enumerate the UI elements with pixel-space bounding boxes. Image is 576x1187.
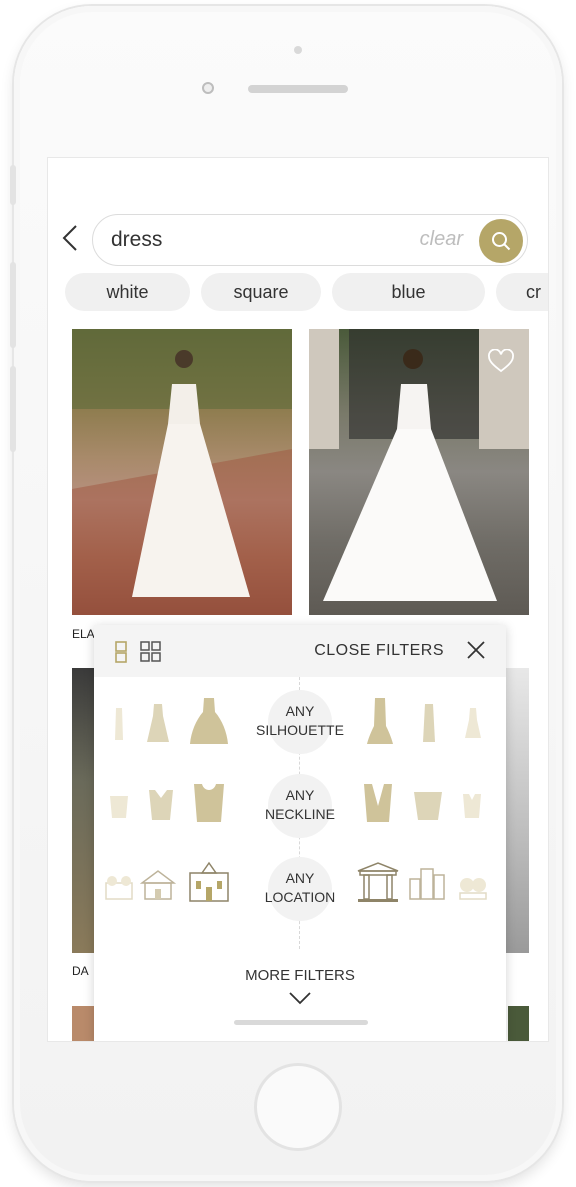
silhouette-sheath-icon[interactable] bbox=[112, 706, 126, 742]
location-temple-icon[interactable] bbox=[356, 861, 400, 903]
neckline-vneck-icon[interactable] bbox=[360, 780, 396, 824]
any-label: ANY bbox=[285, 870, 315, 886]
neckline-halter-icon[interactable] bbox=[460, 790, 484, 820]
location-palace-icon[interactable] bbox=[186, 861, 232, 903]
location-forest-icon[interactable] bbox=[458, 873, 488, 901]
chevron-down-icon[interactable] bbox=[288, 991, 312, 1005]
any-silhouette-button[interactable]: ANY SILHOUETTE bbox=[256, 690, 344, 754]
filter-panel: CLOSE FILTERS ANY SILHOUETTE ANY NECKLIN… bbox=[94, 625, 506, 1041]
phone-speaker bbox=[248, 85, 348, 93]
phone-camera bbox=[202, 82, 214, 94]
silhouette-mermaid-icon[interactable] bbox=[366, 696, 394, 746]
product-caption-1: ELA bbox=[72, 627, 95, 641]
close-filters-label[interactable]: CLOSE FILTERS bbox=[314, 642, 444, 660]
silhouette-label: SILHOUETTE bbox=[256, 722, 344, 738]
home-indicator bbox=[234, 1020, 368, 1025]
product-caption-3: DA bbox=[72, 964, 89, 978]
filter-row-silhouette: ANY SILHOUETTE bbox=[94, 688, 506, 758]
chip-white[interactable]: white bbox=[65, 273, 190, 311]
search-input[interactable]: dress bbox=[111, 228, 162, 252]
product-image-5[interactable] bbox=[72, 1006, 94, 1041]
grid-view-icon[interactable] bbox=[140, 641, 162, 663]
phone-side-button bbox=[10, 165, 16, 205]
filter-row-neckline: ANY NECKLINE bbox=[94, 772, 506, 842]
clear-button[interactable]: clear bbox=[420, 228, 463, 251]
phone-home-button[interactable] bbox=[254, 1063, 342, 1151]
suggestion-chips: white square blue cr bbox=[65, 273, 548, 313]
any-neckline-button[interactable]: ANY NECKLINE bbox=[265, 774, 335, 838]
location-city-icon[interactable] bbox=[408, 865, 446, 901]
product-image-2[interactable] bbox=[309, 329, 529, 615]
product-image-1[interactable] bbox=[72, 329, 292, 615]
neckline-sweetheart-icon[interactable] bbox=[146, 786, 176, 822]
search-bar[interactable]: dress clear bbox=[92, 214, 528, 266]
product-image-4[interactable] bbox=[504, 668, 529, 953]
filter-row-location: ANY LOCATION bbox=[94, 855, 506, 925]
chip-square[interactable]: square bbox=[201, 273, 321, 311]
filter-header: CLOSE FILTERS bbox=[94, 625, 506, 677]
silhouette-ballgown-icon[interactable] bbox=[189, 696, 229, 746]
chip-blue[interactable]: blue bbox=[332, 273, 485, 311]
neckline-strapless-icon[interactable] bbox=[108, 790, 130, 820]
silhouette-short-icon[interactable] bbox=[464, 706, 482, 740]
phone-volume-up bbox=[10, 262, 16, 348]
phone-volume-down bbox=[10, 366, 16, 452]
more-filters-button[interactable]: MORE FILTERS bbox=[94, 967, 506, 984]
location-house-icon[interactable] bbox=[140, 869, 176, 901]
product-image-6[interactable] bbox=[508, 1006, 529, 1041]
silhouette-column-icon[interactable] bbox=[420, 702, 438, 744]
search-icon bbox=[492, 232, 511, 251]
back-chevron-icon[interactable] bbox=[58, 224, 82, 252]
close-icon[interactable] bbox=[466, 640, 486, 660]
location-garden-icon[interactable] bbox=[104, 873, 134, 901]
chip-cr[interactable]: cr bbox=[496, 273, 548, 311]
app-screen: dress clear white square blue cr ELA DA … bbox=[47, 157, 549, 1042]
neckline-offshoulder-icon[interactable] bbox=[412, 786, 444, 822]
any-location-button[interactable]: ANY LOCATION bbox=[265, 857, 335, 921]
silhouette-aline-icon[interactable] bbox=[146, 702, 170, 744]
location-label: LOCATION bbox=[264, 889, 336, 905]
dress-figure bbox=[72, 329, 292, 615]
heart-icon[interactable] bbox=[487, 349, 515, 373]
neckline-label: NECKLINE bbox=[264, 806, 336, 822]
neckline-scoop-icon[interactable] bbox=[190, 780, 228, 824]
any-label: ANY bbox=[285, 787, 315, 803]
any-label: ANY bbox=[285, 703, 315, 719]
search-button[interactable] bbox=[479, 219, 523, 263]
phone-sensor bbox=[294, 46, 302, 54]
single-view-icon[interactable] bbox=[114, 641, 128, 663]
